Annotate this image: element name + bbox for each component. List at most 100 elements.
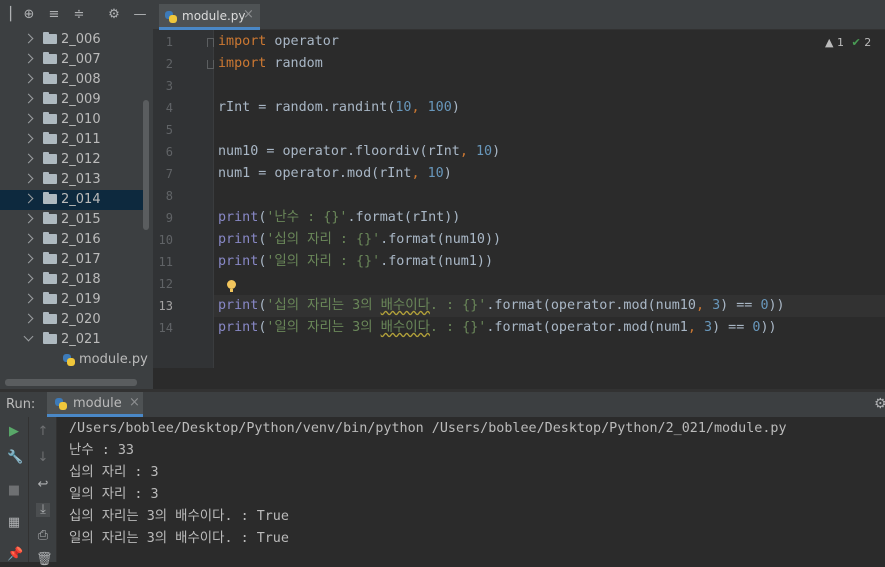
chevron-right-icon[interactable]	[23, 213, 34, 224]
inspection-widget[interactable]: ▲ 1 ✔ 2	[825, 36, 871, 49]
folder-icon	[43, 292, 57, 304]
line-number: 13	[158, 299, 173, 313]
project-horizontal-scrollbar[interactable]	[5, 379, 137, 386]
tree-item-2_012[interactable]: 2_012	[0, 150, 143, 170]
line-number: 5	[165, 123, 173, 137]
run-settings-gear-icon[interactable]: ⚙	[874, 396, 885, 412]
collapse-all-icon[interactable]: ≑	[72, 8, 86, 22]
print-icon[interactable]: ⎙	[36, 529, 50, 543]
hide-panel-icon[interactable]: —	[133, 8, 147, 22]
chevron-right-icon[interactable]	[23, 313, 34, 324]
line-number: 7	[165, 167, 173, 181]
close-tab-icon[interactable]: ×	[243, 7, 254, 22]
tree-item-2_018[interactable]: 2_018	[0, 270, 143, 290]
chevron-down-icon[interactable]	[23, 331, 34, 342]
chevron-right-icon[interactable]	[23, 73, 34, 84]
chevron-right-icon[interactable]	[23, 193, 34, 204]
project-vertical-scrollbar[interactable]	[143, 100, 149, 230]
run-tab-module[interactable]: module ×	[47, 392, 143, 417]
trash-icon[interactable]: 🗑	[36, 553, 53, 567]
fold-marker-icon[interactable]	[207, 38, 214, 47]
tree-item-2_008[interactable]: 2_008	[0, 70, 143, 90]
python-run-icon	[55, 398, 67, 410]
panel-handle-icon[interactable]: ▏	[8, 8, 22, 22]
folder-icon	[43, 32, 57, 44]
rerun-play-icon[interactable]: ▶	[7, 425, 21, 439]
tree-item-label: 2_011	[61, 132, 101, 147]
tree-item-module-py[interactable]: module.py	[0, 350, 148, 370]
chevron-right-icon[interactable]	[23, 133, 34, 144]
code-line-13: print('십의 자리는 3의 배수이다. : {}'.format(oper…	[218, 298, 785, 313]
tree-item-2_011[interactable]: 2_011	[0, 130, 143, 150]
lightbulb-icon[interactable]	[227, 280, 236, 292]
tree-item-2_016[interactable]: 2_016	[0, 230, 143, 250]
warning-icon: ▲	[825, 36, 834, 49]
tree-item-label: 2_009	[61, 92, 101, 107]
run-toolbar-secondary: ↑ ↓ ↩ ⤓ ⎙ 🗑	[29, 417, 57, 567]
folder-icon	[43, 152, 57, 164]
close-run-tab-icon[interactable]: ×	[129, 395, 140, 410]
tree-item-2_009[interactable]: 2_009	[0, 90, 143, 110]
line-number: 12	[158, 277, 173, 291]
tree-item-2_010[interactable]: 2_010	[0, 110, 143, 130]
chevron-right-icon[interactable]	[23, 93, 34, 104]
tree-item-label: 2_010	[61, 112, 101, 127]
tree-item-2_013[interactable]: 2_013	[0, 170, 143, 190]
tree-item-2_014[interactable]: 2_014	[0, 190, 143, 210]
chevron-right-icon[interactable]	[23, 273, 34, 284]
code-line-4: rInt = random.randint(10, 100)	[218, 100, 460, 115]
code-line-11: print('일의 자리 : {}'.format(num1))	[218, 254, 494, 269]
tree-item-2_017[interactable]: 2_017	[0, 250, 143, 270]
chevron-right-icon[interactable]	[23, 113, 34, 124]
chevron-right-icon[interactable]	[23, 293, 34, 304]
chevron-right-icon[interactable]	[23, 253, 34, 264]
chevron-right-icon[interactable]	[23, 173, 34, 184]
gear-icon[interactable]: ⚙	[107, 8, 121, 22]
chevron-right-icon[interactable]	[23, 153, 34, 164]
tree-item-2_007[interactable]: 2_007	[0, 50, 143, 70]
project-panel: ▏ ⊕ ≡ ≑ ⚙ — 2_006 2_007 2_008 2_009 2_010 2_0…	[0, 0, 153, 389]
arrow-up-icon[interactable]: ↑	[36, 425, 50, 439]
line-number: 6	[165, 145, 173, 159]
layout-icon[interactable]: ▦	[7, 516, 21, 530]
folder-icon	[43, 192, 57, 204]
wrench-icon[interactable]: 🔧	[7, 451, 23, 465]
folder-icon	[43, 252, 57, 264]
tree-item-label: 2_013	[61, 172, 101, 187]
tree-item-2_020[interactable]: 2_020	[0, 310, 143, 330]
stop-icon[interactable]: ■	[7, 484, 21, 498]
tree-item-label: 2_006	[61, 32, 101, 47]
tab-module-py[interactable]: module.py ×	[159, 4, 260, 30]
scroll-to-end-icon[interactable]: ⤓	[36, 503, 50, 517]
folder-icon	[43, 72, 57, 84]
editor-bottom-area	[153, 368, 885, 390]
tree-item-label: 2_007	[61, 52, 101, 67]
locate-target-icon[interactable]: ⊕	[22, 8, 36, 22]
folder-icon	[43, 272, 57, 284]
line-number: 1	[165, 35, 173, 49]
chevron-right-icon[interactable]	[23, 33, 34, 44]
folder-icon	[43, 92, 57, 104]
chevron-right-icon[interactable]	[23, 53, 34, 64]
line-number: 3	[165, 79, 173, 93]
line-number: 2	[165, 57, 173, 71]
gutter-divider	[213, 30, 214, 368]
tree-item-2_015[interactable]: 2_015	[0, 210, 143, 230]
project-toolbar: ▏ ⊕ ≡ ≑ ⚙ —	[0, 0, 153, 30]
chevron-right-icon[interactable]	[23, 233, 34, 244]
code-line-6: num10 = operator.floordiv(rInt, 10)	[218, 144, 501, 159]
line-number: 4	[165, 101, 173, 115]
pin-icon[interactable]: 📌	[7, 548, 23, 562]
tree-item-2_021[interactable]: 2_021	[0, 330, 143, 350]
expand-all-icon[interactable]: ≡	[47, 8, 61, 22]
console-line: 일의 자리 : 3	[69, 487, 159, 502]
tree-item-2_019[interactable]: 2_019	[0, 290, 143, 310]
arrow-down-icon[interactable]: ↓	[36, 451, 50, 465]
code-line-9: print('난수 : {}'.format(rInt))	[218, 210, 461, 225]
soft-wrap-icon[interactable]: ↩	[36, 478, 50, 492]
line-number: 14	[158, 321, 173, 335]
folder-icon	[43, 52, 57, 64]
tree-item-2_006[interactable]: 2_006	[0, 30, 143, 50]
fold-marker-end-icon[interactable]	[207, 60, 214, 69]
folder-icon	[43, 312, 57, 324]
